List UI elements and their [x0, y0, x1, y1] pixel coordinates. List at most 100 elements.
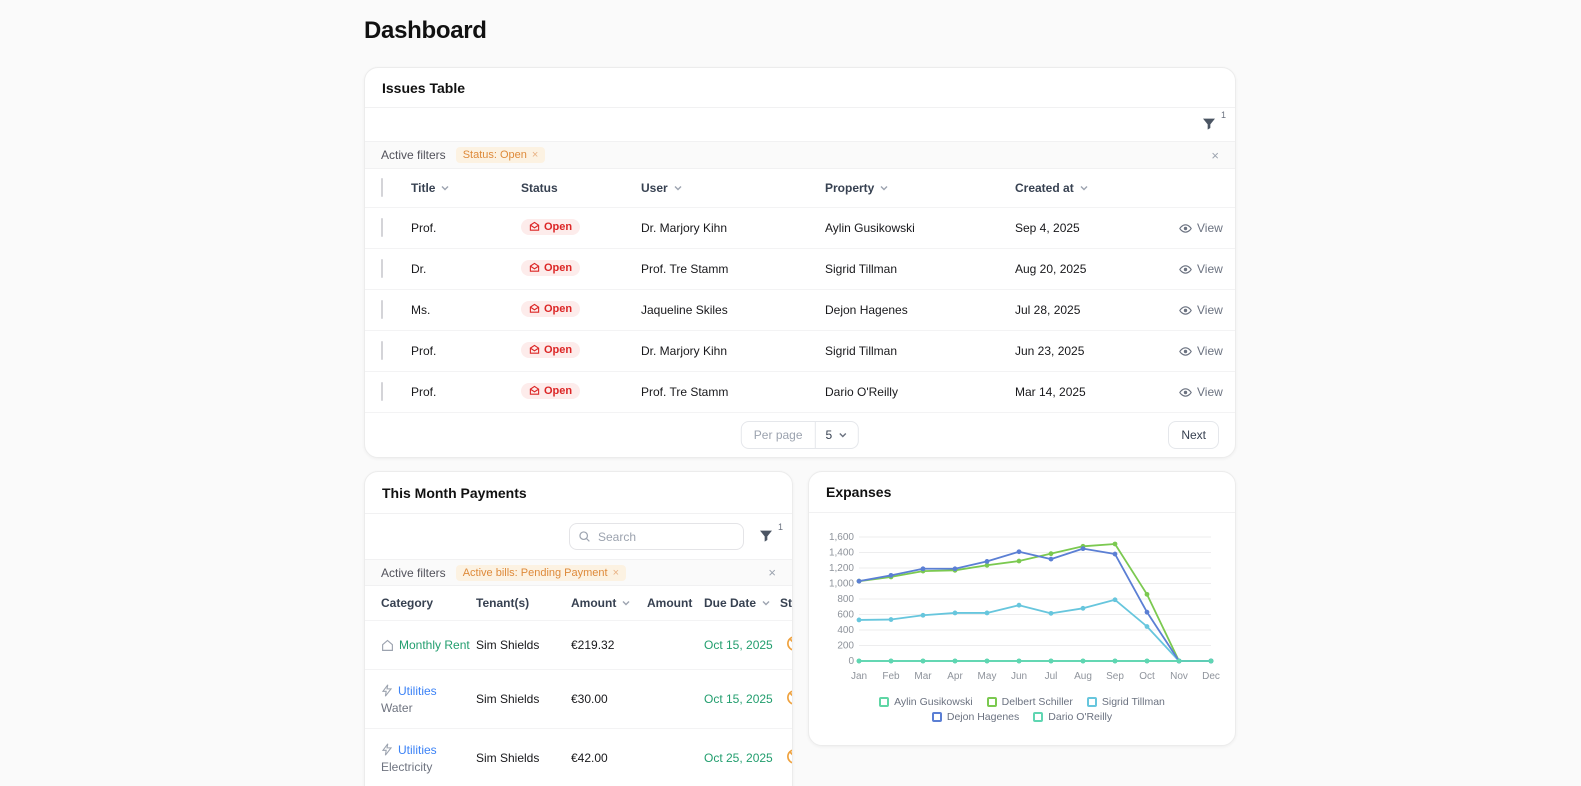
per-page-select[interactable]: 5 [814, 422, 859, 448]
chip-remove-icon[interactable]: × [613, 567, 619, 579]
legend-item[interactable]: Sigrid Tillman [1086, 696, 1165, 708]
view-button[interactable]: View [1179, 221, 1223, 235]
legend-label: Dario O'Reilly [1048, 711, 1113, 723]
search-input[interactable] [569, 523, 744, 550]
expanses-chart-area: 0 200 400 600 800 1,000 1,200 1,400 1,600 Jan Feb M… [809, 513, 1235, 723]
column-header-property[interactable]: Property [825, 181, 1015, 195]
list-item[interactable]: Monthly Rent Sim Shields €219.32 Oct 15,… [365, 621, 792, 670]
clear-filters-icon[interactable]: × [768, 566, 776, 579]
row-checkbox[interactable] [381, 382, 383, 401]
issue-user: Prof. Tre Stamm [641, 385, 729, 399]
chip-remove-icon[interactable]: × [532, 149, 538, 161]
filter-count-badge: 1 [1220, 109, 1226, 120]
list-item[interactable]: Utilities Electricity Sim Shields €42.00… [365, 729, 792, 786]
filter-chip-status-open[interactable]: Status: Open × [455, 147, 546, 163]
category-link[interactable]: Utilities [398, 743, 437, 757]
svg-text:Sep: Sep [1106, 671, 1124, 682]
view-button[interactable]: View [1179, 262, 1223, 276]
column-header-created-at[interactable]: Created at [1015, 181, 1179, 195]
issues-table-header-row: Title Status User Property Created at [365, 169, 1235, 208]
sort-chevron-icon [622, 601, 630, 606]
legend-swatch-icon [986, 697, 997, 707]
table-row[interactable]: Prof. Open Dr. Marjory Kihn Sigrid Tillm… [365, 331, 1235, 372]
category-link[interactable]: Monthly Rent [399, 638, 470, 652]
issue-title: Prof. [411, 344, 437, 358]
payments-table: Category Tenant(s) Amount Amount Due Dat… [365, 586, 792, 786]
column-header-tenants[interactable]: Tenant(s) [476, 596, 571, 610]
svg-text:Mar: Mar [914, 671, 932, 682]
svg-text:1,400: 1,400 [829, 548, 854, 559]
filter-button[interactable]: 1 [758, 522, 783, 548]
filter-button[interactable]: 1 [1201, 110, 1226, 134]
filter-chip-active-bills[interactable]: Active bills: Pending Payment × [455, 564, 627, 581]
legend-item[interactable]: Dario O'Reilly [1033, 711, 1112, 723]
row-checkbox[interactable] [381, 259, 383, 278]
search-box [569, 523, 744, 550]
table-row[interactable]: Ms. Open Jaqueline Skiles Dejon Hagenes … [365, 290, 1235, 331]
issue-property: Aylin Gusikowski [825, 221, 915, 235]
due-date: Oct 15, 2025 [704, 638, 773, 652]
clear-filters-icon[interactable]: × [1211, 149, 1219, 162]
payments-card: This Month Payments 1 Active filters Act [364, 471, 793, 786]
issues-active-filters: Active filters Status: Open × × [365, 142, 1235, 169]
column-header-status[interactable]: Status [521, 181, 641, 195]
issues-pagination: Per page 5 Next [365, 413, 1235, 457]
select-all-checkbox[interactable] [381, 178, 383, 197]
svg-text:Nov: Nov [1170, 671, 1188, 682]
column-header-category[interactable]: Category [381, 596, 476, 610]
column-header-status[interactable]: Status [780, 596, 792, 610]
svg-text:Oct: Oct [1139, 671, 1155, 682]
issue-user: Prof. Tre Stamm [641, 262, 729, 276]
active-filters-label: Active filters [381, 148, 446, 162]
category-link[interactable]: Utilities [398, 684, 437, 698]
view-button[interactable]: View [1179, 385, 1223, 399]
amount-value: €42.00 [571, 751, 608, 765]
chart-legend: Aylin Gusikowski Delbert Schiller Sigrid T… [825, 696, 1219, 723]
legend-label: Dejon Hagenes [946, 711, 1020, 723]
legend-swatch-icon [1086, 697, 1097, 707]
legend-item[interactable]: Delbert Schiller [986, 696, 1073, 708]
svg-text:1,000: 1,000 [829, 579, 854, 590]
issue-created-at: Sep 4, 2025 [1015, 221, 1080, 235]
issue-title: Dr. [411, 262, 427, 276]
column-header-amount-2[interactable]: Amount [647, 596, 704, 610]
view-button[interactable]: View [1179, 344, 1223, 358]
row-checkbox[interactable] [381, 300, 383, 319]
payments-toolbar: 1 [365, 514, 792, 560]
payments-active-filters: Active filters Active bills: Pending Pay… [365, 560, 792, 586]
tenant-name: Sim Shields [476, 751, 540, 765]
table-row[interactable]: Dr. Open Prof. Tre Stamm Sigrid Tillman … [365, 249, 1235, 290]
mail-open-icon [529, 385, 540, 395]
row-checkbox[interactable] [381, 218, 383, 237]
mail-open-icon [529, 303, 540, 313]
svg-text:600: 600 [837, 610, 854, 621]
issue-property: Dejon Hagenes [825, 303, 908, 317]
legend-item[interactable]: Aylin Gusikowski [879, 696, 973, 708]
mail-open-icon [529, 262, 540, 272]
issue-title: Prof. [411, 385, 437, 399]
view-button[interactable]: View [1179, 303, 1223, 317]
issue-property: Sigrid Tillman [825, 262, 898, 276]
category-subtext: Electricity [381, 759, 433, 774]
column-header-due-date[interactable]: Due Date [704, 596, 780, 610]
status-badge: Open [521, 341, 581, 358]
issue-property: Dario O'Reilly [825, 385, 898, 399]
legend-label: Sigrid Tillman [1101, 696, 1165, 708]
next-page-button[interactable]: Next [1168, 421, 1219, 449]
due-date: Oct 25, 2025 [704, 751, 773, 765]
row-checkbox[interactable] [381, 341, 383, 360]
column-header-amount[interactable]: Amount [571, 596, 647, 610]
status-badge: Open [521, 218, 581, 235]
filter-funnel-icon [758, 530, 774, 548]
payments-card-header: This Month Payments [365, 472, 792, 514]
issues-table-card: Issues Table 1 Active filters Status: Op… [364, 67, 1236, 458]
table-row[interactable]: Prof. Open Prof. Tre Stamm Dario O'Reill… [365, 372, 1235, 413]
column-header-user[interactable]: User [641, 181, 825, 195]
pending-slash-icon [787, 636, 792, 651]
table-row[interactable]: Prof. Open Dr. Marjory Kihn Aylin Gusiko… [365, 208, 1235, 249]
active-filters-label: Active filters [381, 565, 446, 580]
list-item[interactable]: Utilities Water Sim Shields €30.00 Oct 1… [365, 670, 792, 729]
lightning-icon [381, 684, 393, 697]
legend-item[interactable]: Dejon Hagenes [931, 711, 1020, 723]
column-header-title[interactable]: Title [411, 181, 521, 195]
